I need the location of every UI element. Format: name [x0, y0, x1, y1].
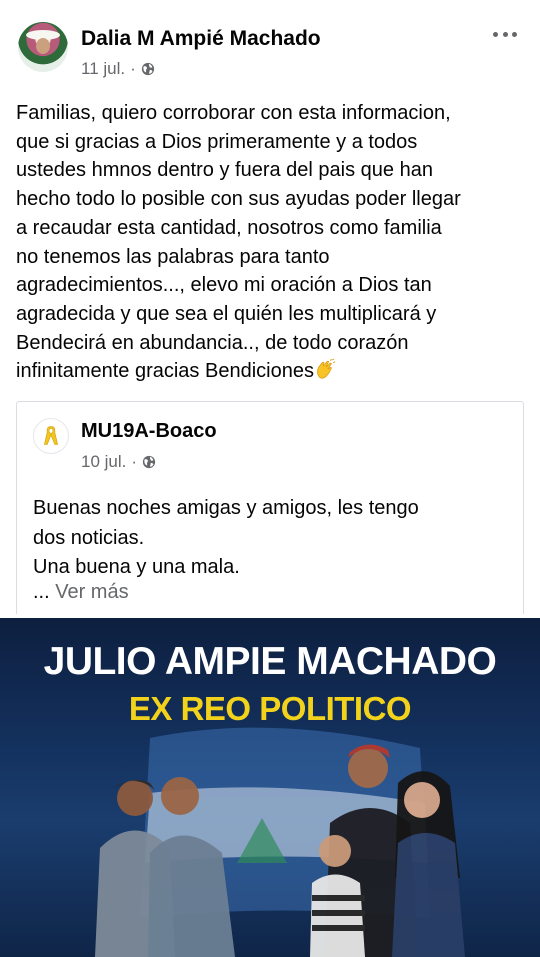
post-date[interactable]: 11 jul.: [81, 59, 125, 79]
post-text-last-line: infinitamente gracias Bendiciones: [16, 357, 531, 386]
author-avatar[interactable]: [18, 22, 68, 72]
see-more-label: Ver más: [55, 581, 129, 603]
post-text-line: infinitamente gracias Bendiciones: [16, 360, 314, 383]
meta-separator: ·: [131, 452, 138, 471]
globe-icon: [141, 62, 154, 76]
see-more-link[interactable]: ... Ver más: [33, 581, 129, 604]
post-text-line: Bendecirá en abundancia.., de todo coraz…: [16, 331, 409, 354]
shared-text-line: Una buena y una mala.: [33, 556, 240, 578]
post-text-line: agradecimientos..., elevo mi oración a D…: [16, 274, 432, 297]
post-text: Familias, quiero corroborar con esta inf…: [16, 99, 531, 386]
person-woman: [392, 771, 465, 957]
post-text-line: que si gracias a Dios primeramente y a t…: [16, 130, 418, 153]
post-header: Dalia M Ampié Machado 11 jul. ·: [0, 0, 540, 95]
photo-headline: JULIO AMPIE MACHADO: [43, 640, 497, 683]
post-text-line: agradecida y que sea el quién les multip…: [16, 302, 437, 325]
globe-icon: [142, 455, 156, 469]
post-photo[interactable]: JULIO AMPIE MACHADO EX REO POLITICO: [0, 618, 540, 957]
shared-post-meta: 10 jul. ·: [81, 452, 156, 472]
photo-subheadline: EX REO POLITICO: [128, 690, 412, 727]
post-text-line: no tenemos las palabras para tanto: [16, 245, 330, 268]
shared-text-line: Buenas noches amigas y amigos, les tengo: [33, 497, 419, 519]
post-text-line: a recaudar esta cantidad, nosotros como …: [16, 216, 442, 239]
post-text-line: Familias, quiero corroborar con esta inf…: [16, 102, 451, 124]
meta-separator: ·: [130, 59, 136, 78]
shared-text-line: dos noticias.: [33, 526, 145, 549]
avatar-face-shape: [36, 38, 50, 54]
yellow-ribbon-icon[interactable]: [33, 418, 69, 454]
shared-post-date[interactable]: 10 jul.: [81, 452, 126, 472]
shared-post-card[interactable]: MU19A-Boaco 10 jul. · Buenas noches amig…: [16, 401, 524, 614]
post-meta: 11 jul. ·: [81, 59, 155, 79]
more-horizontal-icon[interactable]: [487, 24, 523, 44]
author-name[interactable]: Dalia M Ampié Machado: [81, 27, 321, 51]
shared-author-name[interactable]: MU19A-Boaco: [81, 420, 217, 443]
clapping-hands-icon: [317, 359, 336, 379]
post-text-line: ustedes hmnos dentro y fuera del pais qu…: [16, 159, 433, 182]
post-text-line: hecho todo lo posible con sus ayudas pod…: [16, 188, 461, 211]
see-more-ellipsis: ...: [33, 581, 50, 603]
shared-post-text: Buenas noches amigas y amigos, les tengo…: [33, 494, 419, 583]
